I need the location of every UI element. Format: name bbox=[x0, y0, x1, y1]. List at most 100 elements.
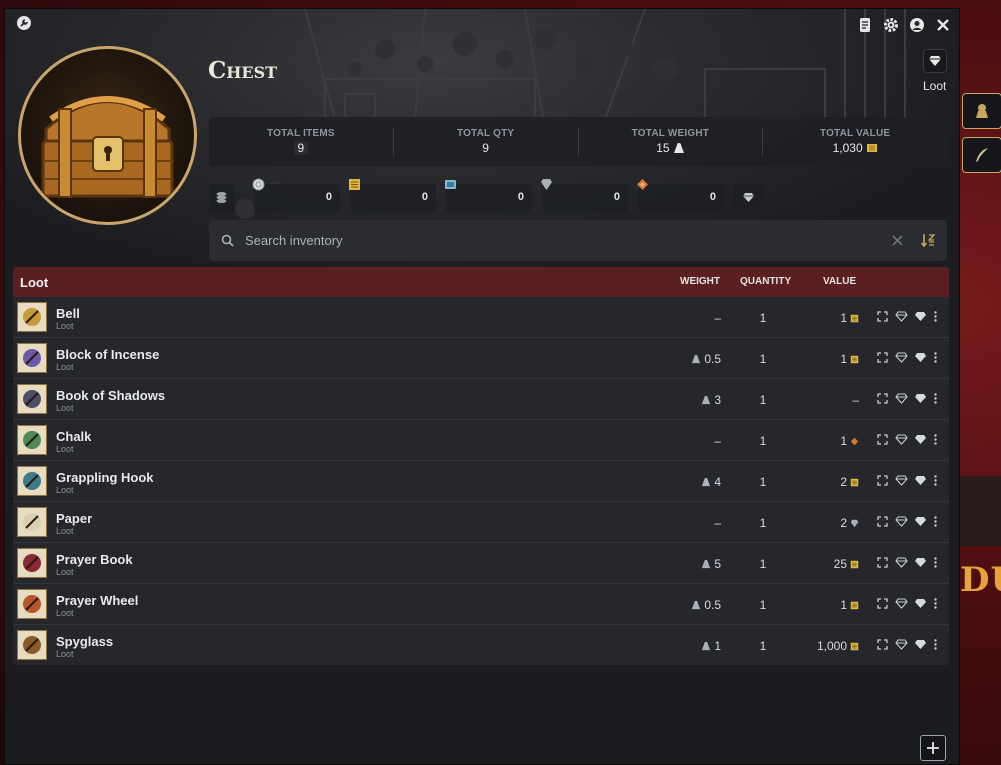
currency-field[interactable]: 0 bbox=[541, 179, 628, 212]
item-quantity[interactable]: 1 bbox=[748, 352, 778, 366]
item-quantity[interactable]: 1 bbox=[748, 475, 778, 489]
sheet-icon[interactable] bbox=[857, 17, 873, 33]
gem-icon[interactable] bbox=[914, 310, 927, 323]
item-image[interactable] bbox=[17, 343, 47, 373]
more-icon[interactable] bbox=[933, 433, 937, 446]
item-value-amount: – bbox=[852, 393, 859, 407]
item-name[interactable]: Spyglass bbox=[56, 634, 113, 649]
page-title: Chest bbox=[208, 57, 278, 84]
gem-icon[interactable] bbox=[914, 638, 927, 651]
item-quantity[interactable]: 1 bbox=[748, 557, 778, 571]
journal-tab[interactable] bbox=[962, 137, 1001, 173]
gem-outline-icon[interactable] bbox=[895, 638, 908, 651]
item-value-amount: 25 bbox=[833, 557, 847, 571]
summary-stats: TOTAL ITEMS 9 TOTAL QTY 9 TOTAL WEIGHT 1… bbox=[209, 117, 947, 166]
more-icon[interactable] bbox=[933, 310, 937, 323]
character-portrait-tab[interactable] bbox=[962, 93, 1001, 129]
add-item-button[interactable] bbox=[920, 735, 946, 761]
gem-outline-icon[interactable] bbox=[895, 515, 908, 528]
table-row[interactable]: Paper Loot – 1 2 bbox=[13, 502, 949, 543]
expand-icon[interactable] bbox=[876, 310, 889, 323]
gem-icon[interactable] bbox=[914, 433, 927, 446]
sheet-type-button[interactable] bbox=[923, 49, 947, 73]
table-row[interactable]: Prayer Wheel Loot 0.5 1 1 bbox=[13, 584, 949, 625]
gem-currency-button[interactable] bbox=[734, 184, 764, 212]
gem-icon[interactable] bbox=[914, 474, 927, 487]
item-name[interactable]: Block of Incense bbox=[56, 347, 159, 362]
item-image[interactable] bbox=[17, 507, 47, 537]
table-row[interactable]: Grappling Hook Loot 4 1 2 bbox=[13, 461, 949, 502]
table-row[interactable]: Prayer Book Loot 5 1 25 bbox=[13, 543, 949, 584]
more-icon[interactable] bbox=[933, 597, 937, 610]
gem-icon[interactable] bbox=[914, 392, 927, 405]
currency-field[interactable]: 0 bbox=[445, 180, 532, 212]
item-quantity[interactable]: 1 bbox=[748, 516, 778, 530]
table-row[interactable]: Chalk Loot – 1 1 bbox=[13, 420, 949, 461]
item-quantity[interactable]: 1 bbox=[748, 434, 778, 448]
user-circle-icon[interactable] bbox=[909, 17, 925, 33]
table-row[interactable]: Book of Shadows Loot 3 1 – bbox=[13, 379, 949, 420]
currency-field[interactable]: 0 bbox=[252, 178, 340, 212]
gem-outline-icon[interactable] bbox=[895, 597, 908, 610]
item-name[interactable]: Bell bbox=[56, 306, 80, 321]
expand-icon[interactable] bbox=[876, 638, 889, 651]
item-quantity[interactable]: 1 bbox=[748, 311, 778, 325]
item-weight-value: 4 bbox=[714, 475, 721, 489]
expand-icon[interactable] bbox=[876, 474, 889, 487]
table-row[interactable]: Bell Loot – 1 1 bbox=[13, 297, 949, 338]
gem-icon[interactable] bbox=[914, 515, 927, 528]
item-image[interactable] bbox=[17, 630, 47, 660]
item-image[interactable] bbox=[17, 425, 47, 455]
expand-icon[interactable] bbox=[876, 433, 889, 446]
more-icon[interactable] bbox=[933, 515, 937, 528]
item-value-amount: 2 bbox=[840, 475, 847, 489]
item-image[interactable] bbox=[17, 384, 47, 414]
gem-icon[interactable] bbox=[914, 351, 927, 364]
currency-convert-button[interactable] bbox=[209, 184, 235, 212]
item-image[interactable] bbox=[17, 548, 47, 578]
item-name[interactable]: Paper bbox=[56, 511, 92, 526]
gem-outline-icon[interactable] bbox=[895, 556, 908, 569]
copper-diamond-icon bbox=[850, 437, 859, 445]
gem-outline-icon[interactable] bbox=[895, 474, 908, 487]
item-quantity[interactable]: 1 bbox=[748, 393, 778, 407]
currency-field[interactable]: 0 bbox=[637, 179, 724, 212]
item-name[interactable]: Chalk bbox=[56, 429, 91, 444]
item-image[interactable] bbox=[17, 466, 47, 496]
gem-outline-icon[interactable] bbox=[895, 392, 908, 405]
item-image[interactable] bbox=[17, 302, 47, 332]
item-quantity[interactable]: 1 bbox=[748, 639, 778, 653]
expand-icon[interactable] bbox=[876, 556, 889, 569]
close-icon[interactable] bbox=[935, 17, 951, 33]
gem-icon[interactable] bbox=[914, 556, 927, 569]
item-weight: – bbox=[663, 311, 721, 325]
item-image[interactable] bbox=[17, 589, 47, 619]
gem-outline-icon[interactable] bbox=[895, 433, 908, 446]
item-quantity[interactable]: 1 bbox=[748, 598, 778, 612]
more-icon[interactable] bbox=[933, 474, 937, 487]
gear-icon[interactable] bbox=[883, 17, 899, 33]
more-icon[interactable] bbox=[933, 392, 937, 405]
expand-icon[interactable] bbox=[876, 515, 889, 528]
search-input[interactable] bbox=[245, 220, 865, 261]
item-name[interactable]: Grappling Hook bbox=[56, 470, 154, 485]
table-row[interactable]: Block of Incense Loot 0.5 1 1 bbox=[13, 338, 949, 379]
expand-icon[interactable] bbox=[876, 392, 889, 405]
table-row[interactable]: Spyglass Loot 1 1 1,000 bbox=[13, 625, 949, 665]
item-name[interactable]: Prayer Book bbox=[56, 552, 133, 567]
clear-search-icon[interactable] bbox=[892, 235, 903, 246]
item-name[interactable]: Book of Shadows bbox=[56, 388, 165, 403]
chest-portrait[interactable] bbox=[18, 46, 197, 225]
more-icon[interactable] bbox=[933, 638, 937, 651]
currency-field[interactable]: 0 bbox=[349, 179, 436, 212]
gem-icon[interactable] bbox=[914, 597, 927, 610]
more-icon[interactable] bbox=[933, 556, 937, 569]
expand-icon[interactable] bbox=[876, 597, 889, 610]
expand-icon[interactable] bbox=[876, 351, 889, 364]
configure-toggle[interactable] bbox=[13, 13, 51, 33]
more-icon[interactable] bbox=[933, 351, 937, 364]
gem-outline-icon[interactable] bbox=[895, 310, 908, 323]
gem-outline-icon[interactable] bbox=[895, 351, 908, 364]
item-name[interactable]: Prayer Wheel bbox=[56, 593, 138, 608]
sort-icon[interactable] bbox=[920, 232, 936, 248]
